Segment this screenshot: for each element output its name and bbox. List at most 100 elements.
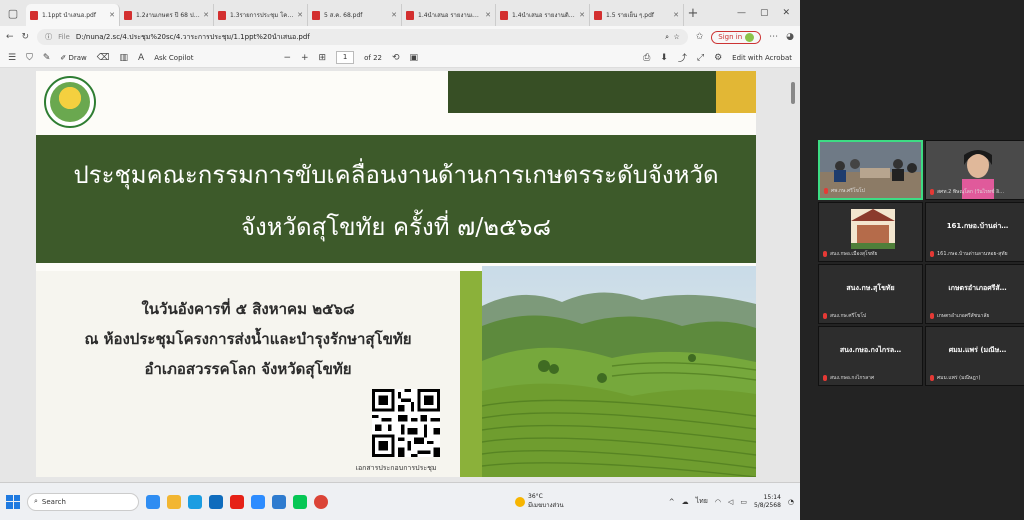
pdf-icon xyxy=(312,10,320,20)
settings-icon[interactable]: ⚙ xyxy=(714,53,722,63)
edge-icon[interactable] xyxy=(188,494,202,509)
close-icon[interactable]: ✕ xyxy=(673,11,679,19)
meeting-district: อำเภอสวรรคโลก จังหวัดสุโขทัย xyxy=(144,360,352,378)
participant-tile[interactable]: สนง.กษอ.กงไกรล… สนง.กษอ.กงไกรลาศ xyxy=(818,326,923,386)
weather-widget[interactable]: 36°C มีเมฆบางส่วน xyxy=(515,493,564,510)
rotate-icon[interactable]: ⟲ xyxy=(392,53,400,63)
chevron-up-icon[interactable]: ^ xyxy=(669,498,675,506)
volume-icon[interactable]: ◁ xyxy=(728,498,733,506)
edit-with-acrobat-button[interactable]: Edit with Acrobat xyxy=(732,54,792,62)
store-icon[interactable] xyxy=(209,494,223,509)
desktop-screen: ▢ 1.1ppt นำเสนอ.pdf ✕ 1.2งานเกษตร ปี 68 ป… xyxy=(0,0,1024,520)
zoom-icon[interactable]: ⌕ xyxy=(665,33,669,42)
favorite-icon[interactable]: ☆ xyxy=(673,33,679,41)
filter-icon[interactable]: ⛉ xyxy=(26,53,33,63)
copilot-icon[interactable]: ◕ xyxy=(786,32,794,42)
notification-icon[interactable]: ◔ xyxy=(788,498,794,506)
minimize-icon[interactable]: — xyxy=(737,8,746,18)
onedrive-icon[interactable]: ☁ xyxy=(682,498,689,506)
tab-2[interactable]: 1.2งานเกษตร ปี 68 ประ… ✕ xyxy=(120,4,214,26)
tab-title: 5 ส.ค. 68.pdf xyxy=(324,12,363,19)
more-icon[interactable]: ⋯ xyxy=(769,32,778,42)
sign-in-button[interactable]: Sign in xyxy=(711,30,762,44)
wifi-icon[interactable]: ◠ xyxy=(715,498,721,506)
pdf-icon xyxy=(406,10,414,20)
participant-name: ศมม.แพร่ (มณีษ… xyxy=(948,346,1007,354)
tab-4[interactable]: 5 ส.ค. 68.pdf ✕ xyxy=(308,4,402,26)
highlight-icon[interactable]: ✎ xyxy=(43,53,51,63)
tab-title: 1.4นำเสนอ รายงานเกษตร… xyxy=(418,12,482,19)
close-icon[interactable]: ✕ xyxy=(109,11,115,19)
taskbar-search[interactable]: ⌕ Search xyxy=(27,492,139,511)
print-icon[interactable]: ⎙ xyxy=(643,53,650,63)
tab-3[interactable]: 1.3รายการประชุม โครงการ…✕ xyxy=(214,4,308,26)
pdf-icon xyxy=(218,10,226,20)
zoom-out-icon[interactable]: − xyxy=(283,53,291,63)
participant-tile[interactable]: 161.กษอ.บ้านด่า… 161.กษอ.บ้านด่านลานหอย-… xyxy=(925,202,1024,262)
file-explorer-icon[interactable] xyxy=(167,494,181,509)
mail-icon[interactable] xyxy=(272,494,286,509)
mic-muted-icon xyxy=(930,375,934,381)
refresh-icon[interactable]: ↻ xyxy=(22,32,30,42)
contents-icon[interactable]: ☰ xyxy=(8,53,16,63)
new-tab-button[interactable]: + xyxy=(684,6,702,21)
battery-icon[interactable]: ▭ xyxy=(740,498,747,506)
close-icon[interactable]: ✕ xyxy=(485,11,491,19)
participant-tile[interactable]: เกษตรอำเภอศรีสั… เกษตรอำเภอศรีสัชนาลัย xyxy=(925,264,1024,324)
language-indicator[interactable]: ไทย xyxy=(696,496,708,507)
copilot-app-icon[interactable] xyxy=(146,494,160,509)
favorites-icon[interactable]: ✩ xyxy=(696,32,704,42)
erase-icon[interactable]: ⌫ xyxy=(97,53,110,63)
tab-6[interactable]: 1.4นำเสนอ รายงานดิจิทัล…✕ xyxy=(496,4,590,26)
page-view-icon[interactable]: ▥ xyxy=(120,53,129,63)
clock[interactable]: 15:14 5/8/2568 xyxy=(754,494,781,510)
back-icon[interactable]: ← xyxy=(6,32,14,42)
participant-label: 161.กษอ.บ้านด่านลานหอย-สุทัย xyxy=(930,250,1024,258)
address-bar-row: ← ↻ ⓘ File D:/nuna/2.sc/4.ประชุม%20sc/4.… xyxy=(0,26,800,48)
read-aloud-icon[interactable]: A xyxy=(138,53,144,63)
close-icon[interactable]: ✕ xyxy=(391,11,397,19)
participant-tile[interactable]: ศพ.กษ.ศรีโขโป xyxy=(818,140,923,200)
decor-gold-bar xyxy=(716,71,756,113)
participant-tile[interactable]: สนง.กษอ.เมืองสุโขทัย xyxy=(818,202,923,262)
participant-label: สนง.กษ.ศรีโขโป xyxy=(823,312,920,320)
participant-name: เกษตรอำเภอศรีสั… xyxy=(948,284,1007,292)
scroll-thumb[interactable] xyxy=(791,82,795,104)
scrollbar[interactable] xyxy=(790,76,796,476)
close-icon[interactable]: ✕ xyxy=(203,11,209,19)
pdf-viewer[interactable]: ประชุมคณะกรรมการขับเคลื่อนงานด้านการเกษต… xyxy=(0,68,800,482)
save-icon[interactable]: ⬇ xyxy=(660,53,668,63)
youtube-icon[interactable] xyxy=(230,494,244,509)
tab-1[interactable]: 1.1ppt นำเสนอ.pdf ✕ xyxy=(26,4,120,26)
participant-label: สศท.2 พิษณุโลก (วันไรทช์ อิ… xyxy=(930,188,1024,196)
line-icon[interactable] xyxy=(293,494,307,509)
copilot-button[interactable]: Ask Copilot xyxy=(154,54,193,62)
draw-button[interactable]: ✐ Draw xyxy=(60,54,86,62)
fullscreen-icon[interactable]: ⤢ xyxy=(697,53,704,63)
page-number-input[interactable]: 1 xyxy=(336,51,355,64)
maximize-icon[interactable]: ▢ xyxy=(760,8,769,18)
participant-name: 161.กษอ.บ้านด่า… xyxy=(946,222,1009,230)
tab-7[interactable]: 1.5 รายเย็น ๆ.pdf ✕ xyxy=(590,4,684,26)
tab-5[interactable]: 1.4นำเสนอ รายงานเกษตร…✕ xyxy=(402,4,496,26)
zoom-app-icon[interactable] xyxy=(251,494,265,509)
scheme-label: File xyxy=(58,33,70,41)
two-page-icon[interactable]: ▣ xyxy=(410,53,419,63)
tab-actions-icon[interactable]: ▢ xyxy=(0,0,26,26)
mic-muted-icon xyxy=(823,251,827,257)
participant-tile[interactable]: สศท.2 พิษณุโลก (วันไรทช์ อิ… xyxy=(925,140,1024,200)
address-bar[interactable]: ⓘ File D:/nuna/2.sc/4.ประชุม%20sc/4.วาระ… xyxy=(37,29,688,45)
participant-tile[interactable]: สนง.กษ.สุโขทัย สนง.กษ.ศรีโขโป xyxy=(818,264,923,324)
windows-start-icon[interactable] xyxy=(6,494,20,509)
chrome-icon[interactable] xyxy=(314,494,328,509)
participant-tile[interactable]: ศมม.แพร่ (มณีษ… ศมม.แพร่ (มณีษฎา) xyxy=(925,326,1024,386)
participant-label: ศพ.กษ.ศรีโขโป xyxy=(824,187,919,195)
close-icon[interactable]: ✕ xyxy=(297,11,303,19)
search-icon: ⌕ xyxy=(34,497,38,505)
close-icon[interactable]: ✕ xyxy=(782,8,790,18)
share-icon[interactable]: ⤴ xyxy=(678,51,687,64)
mic-muted-icon xyxy=(823,375,827,381)
close-icon[interactable]: ✕ xyxy=(579,11,585,19)
zoom-in-icon[interactable]: + xyxy=(301,53,309,63)
fit-page-icon[interactable]: ⊞ xyxy=(319,53,327,63)
